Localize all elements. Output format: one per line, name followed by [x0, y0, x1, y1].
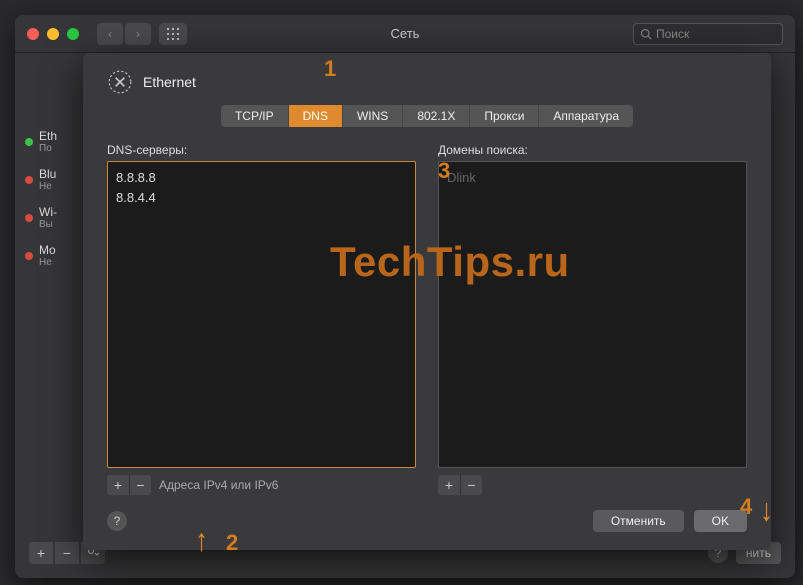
remove-dns-button[interactable]: − — [129, 475, 151, 495]
sidebar-item-sub: Не — [39, 181, 56, 192]
dns-servers-label: DNS-серверы: — [107, 143, 416, 157]
minimize-icon[interactable] — [47, 28, 59, 40]
interface-name: Ethernet — [143, 74, 196, 90]
search-input[interactable]: Поиск — [633, 23, 783, 45]
search-domains-label: Домены поиска: — [438, 143, 747, 157]
titlebar: ‹ › Сеть Поиск — [15, 15, 795, 53]
status-dot-icon — [25, 138, 33, 146]
sheet-footer: ? Отменить OK — [107, 510, 747, 532]
close-icon[interactable] — [27, 28, 39, 40]
ok-button[interactable]: OK — [694, 510, 747, 532]
grid-button[interactable] — [159, 23, 187, 45]
tab-8021x[interactable]: 802.1X — [403, 105, 470, 127]
zoom-icon[interactable] — [67, 28, 79, 40]
dns-server-entry[interactable]: 8.8.8.8 — [116, 168, 407, 188]
search-domains-column: Домены поиска: Dlink + − — [438, 143, 747, 496]
ethernet-icon — [107, 69, 133, 95]
sidebar-item-wifi[interactable]: Wi-Вы — [25, 199, 73, 237]
back-button[interactable]: ‹ — [97, 23, 123, 45]
tab-tcpip[interactable]: TCP/IP — [221, 105, 289, 127]
dns-hint: Адреса IPv4 или IPv6 — [159, 478, 278, 492]
search-domain-placeholder: Dlink — [447, 168, 738, 188]
add-dns-button[interactable]: + — [107, 475, 129, 495]
forward-button[interactable]: › — [125, 23, 151, 45]
tab-hardware[interactable]: Аппаратура — [539, 105, 633, 127]
add-domain-button[interactable]: + — [438, 475, 460, 495]
sidebar-item-ethernet[interactable]: EthПо — [25, 123, 73, 161]
tab-bar: TCP/IP DNS WINS 802.1X Прокси Аппаратура — [107, 105, 747, 127]
interface-sidebar: EthПо BluНе Wi-Вы MoНе — [15, 53, 73, 578]
traffic-lights — [27, 28, 79, 40]
search-domains-list[interactable]: Dlink — [438, 161, 747, 468]
dns-content: DNS-серверы: 8.8.8.8 8.8.4.4 + − Адреса … — [107, 143, 747, 496]
sidebar-item-sub: Не — [39, 257, 56, 268]
dns-servers-list[interactable]: 8.8.8.8 8.8.4.4 — [107, 161, 416, 468]
search-icon — [640, 28, 652, 40]
nav-buttons: ‹ › — [97, 23, 151, 45]
grid-icon — [167, 28, 179, 40]
remove-domain-button[interactable]: − — [460, 475, 482, 495]
sidebar-item-label: Blu — [39, 168, 56, 181]
sidebar-item-sub: По — [39, 143, 57, 154]
sidebar-item-label: Mo — [39, 244, 56, 257]
search-placeholder: Поиск — [656, 27, 689, 41]
tab-wins[interactable]: WINS — [343, 105, 403, 127]
sidebar-item-sub: Вы — [39, 219, 57, 230]
dns-server-entry[interactable]: 8.8.4.4 — [116, 188, 407, 208]
dns-servers-column: DNS-серверы: 8.8.8.8 8.8.4.4 + − Адреса … — [107, 143, 416, 496]
sheet-help-button[interactable]: ? — [107, 511, 127, 531]
status-dot-icon — [25, 252, 33, 260]
sidebar-item-label: Wi- — [39, 206, 57, 219]
advanced-sheet: Ethernet TCP/IP DNS WINS 802.1X Прокси А… — [83, 53, 771, 550]
status-dot-icon — [25, 176, 33, 184]
remove-interface-button[interactable]: − — [55, 542, 79, 564]
add-interface-button[interactable]: + — [29, 542, 53, 564]
tab-dns[interactable]: DNS — [289, 105, 343, 127]
sidebar-item-label: Eth — [39, 130, 57, 143]
window-title: Сеть — [391, 26, 420, 41]
sidebar-item-bluetooth[interactable]: BluНе — [25, 161, 73, 199]
tab-proxies[interactable]: Прокси — [470, 105, 539, 127]
sidebar-item-modem[interactable]: MoНе — [25, 237, 73, 275]
cancel-button[interactable]: Отменить — [593, 510, 684, 532]
status-dot-icon — [25, 214, 33, 222]
sheet-header: Ethernet — [107, 69, 747, 95]
